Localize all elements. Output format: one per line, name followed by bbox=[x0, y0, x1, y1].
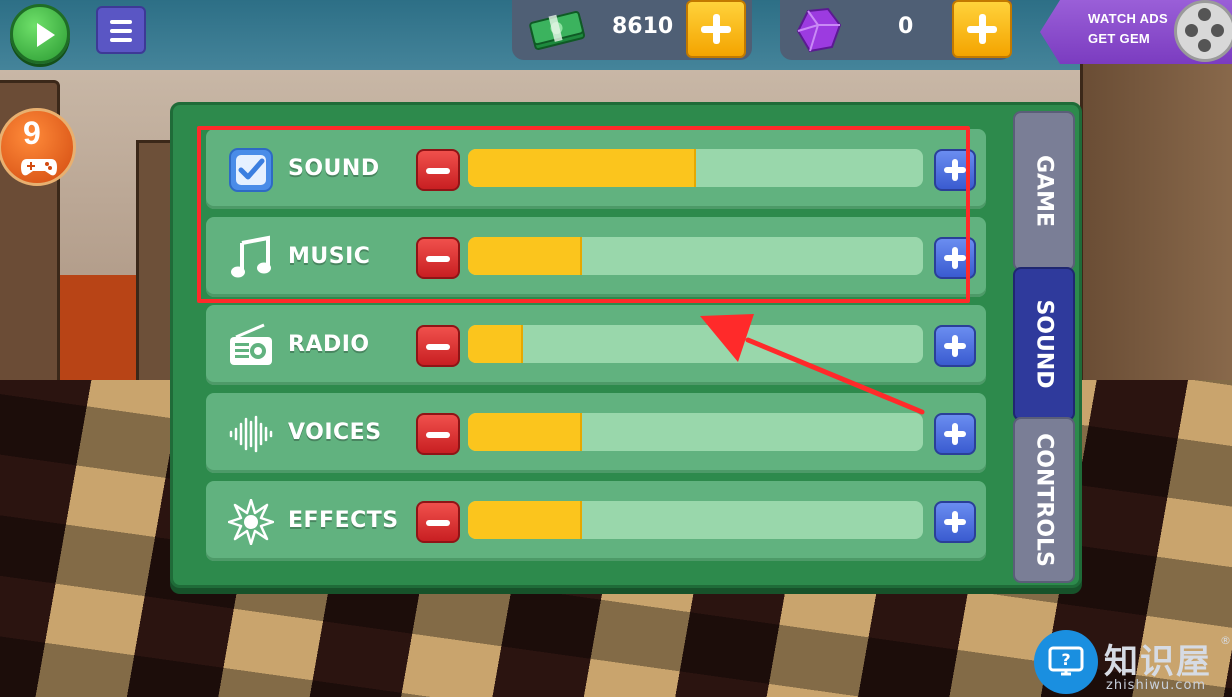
burst-icon bbox=[228, 499, 274, 545]
radio-icon bbox=[230, 323, 272, 365]
tab-label: SOUND bbox=[1031, 299, 1057, 389]
get-gem-label: GET GEM bbox=[1088, 31, 1151, 46]
cash-value: 8610 bbox=[612, 14, 674, 39]
voices-decrease-button[interactable] bbox=[416, 413, 460, 455]
effects-decrease-button[interactable] bbox=[416, 501, 460, 543]
highlight-box bbox=[197, 126, 970, 303]
radio-decrease-button[interactable] bbox=[416, 325, 460, 367]
watch-ads-label: WATCH ADS bbox=[1088, 11, 1168, 26]
effects-volume-slider[interactable] bbox=[468, 501, 923, 539]
film-reel-icon bbox=[1174, 0, 1232, 62]
svg-text:?: ? bbox=[1061, 650, 1070, 669]
tab-sound[interactable]: SOUND bbox=[1013, 267, 1075, 421]
slider-fill bbox=[468, 413, 582, 451]
help-monitor-icon: ? bbox=[1034, 630, 1098, 694]
registered-mark: ® bbox=[1220, 634, 1231, 647]
radio-increase-button[interactable] bbox=[934, 325, 976, 367]
watermark: ? 知识屋 ® zhishiwu.com bbox=[1034, 628, 1232, 697]
cash-stack-icon bbox=[529, 10, 586, 50]
level-number: 9 bbox=[23, 115, 41, 151]
row-label: EFFECTS bbox=[288, 508, 399, 533]
slider-fill bbox=[468, 501, 582, 539]
gem-value: 0 bbox=[898, 14, 914, 39]
watermark-domain: zhishiwu.com bbox=[1106, 678, 1207, 693]
top-bar: 8610 0 WATCH ADS GET GEM bbox=[0, 0, 1232, 68]
slider-fill bbox=[468, 325, 523, 363]
tab-controls[interactable]: CONTROLS bbox=[1013, 417, 1075, 583]
red-wall bbox=[55, 275, 140, 395]
play-button[interactable] bbox=[10, 4, 70, 64]
gamepad-icon bbox=[21, 159, 57, 176]
cash-counter: 8610 bbox=[512, 0, 752, 60]
effects-row: EFFECTS bbox=[206, 481, 986, 561]
tab-label: GAME bbox=[1031, 154, 1057, 228]
row-label: VOICES bbox=[288, 420, 382, 445]
menu-button[interactable] bbox=[96, 6, 146, 54]
tab-label: CONTROLS bbox=[1031, 433, 1057, 567]
annotation-arrow bbox=[700, 314, 925, 415]
level-badge[interactable]: 9 bbox=[0, 108, 76, 186]
row-label: RADIO bbox=[288, 332, 370, 357]
add-gem-button[interactable] bbox=[952, 0, 1012, 58]
watermark-brand: 知识屋 bbox=[1104, 642, 1212, 682]
soundwave-icon bbox=[229, 415, 273, 453]
purple-gem-icon bbox=[796, 7, 842, 53]
effects-increase-button[interactable] bbox=[934, 501, 976, 543]
tab-game[interactable]: GAME bbox=[1013, 111, 1075, 271]
voices-increase-button[interactable] bbox=[934, 413, 976, 455]
add-cash-button[interactable] bbox=[686, 0, 746, 58]
play-icon bbox=[37, 23, 55, 47]
gem-counter: 0 bbox=[780, 0, 1012, 60]
